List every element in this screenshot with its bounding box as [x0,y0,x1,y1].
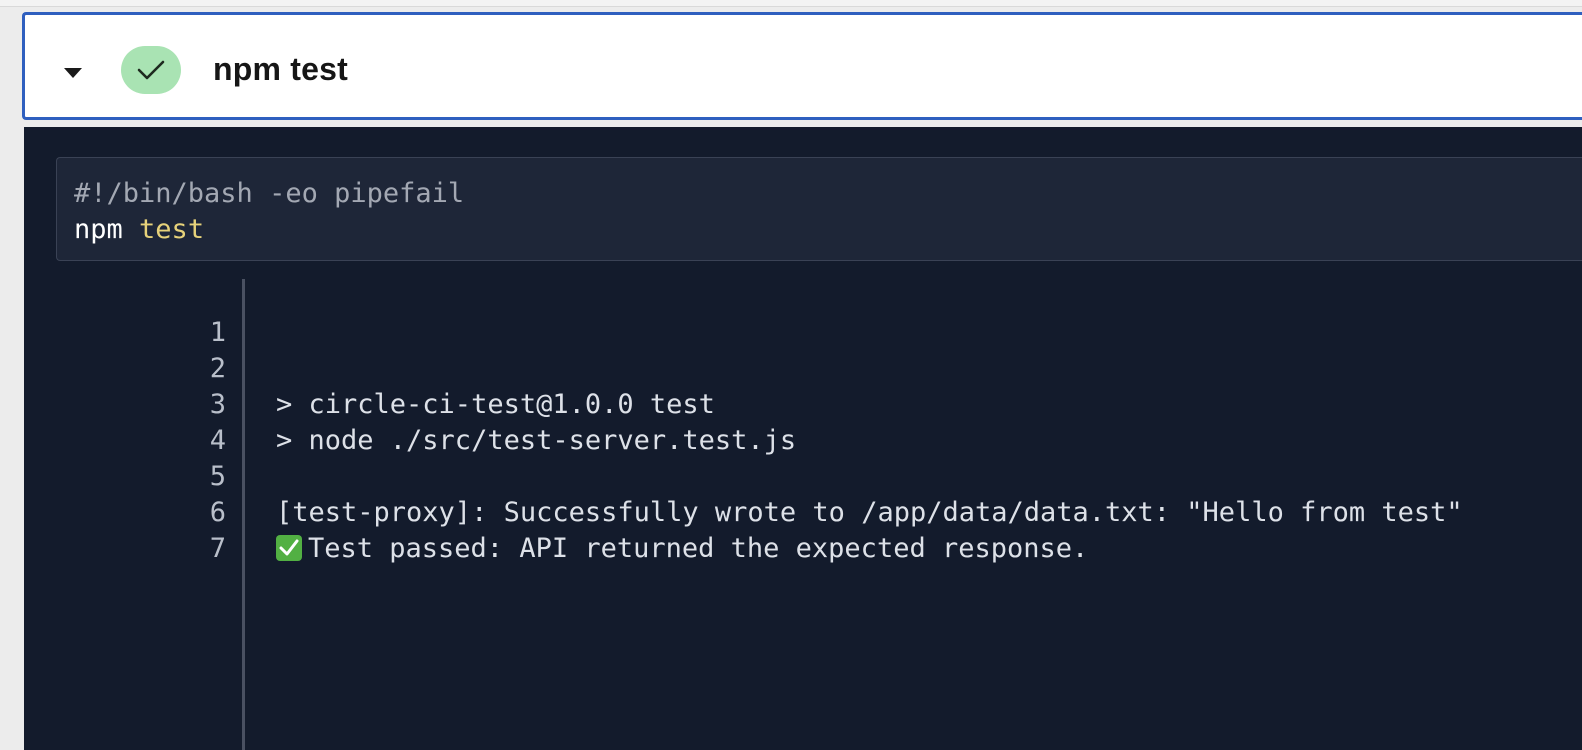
log-line: 2 > circle-ci-test@1.0.0 test [24,315,1582,420]
line-number: 7 [209,533,226,564]
command-program: npm [74,214,123,245]
log-output: 1 2 > circle-ci-test@1.0.0 test 3 > node… [24,279,1582,750]
log-line: 4 [24,387,1582,456]
command-shebang: #!/bin/bash -eo pipefail [74,178,465,209]
log-line: 7 [24,495,1582,564]
log-line: 6 Test passed: API returned the expected… [24,459,1582,564]
log-line: 3 > node ./src/test-server.test.js [24,351,1582,456]
line-text-with-icon: Test passed: API returned the expected r… [276,531,1088,567]
command-argument: test [139,214,205,245]
line-text: Test passed: API returned the expected r… [308,533,1089,564]
checkmark-icon [137,60,165,80]
step-page: npm test #!/bin/bash -eo pipefail npm te… [0,0,1582,750]
step-title: npm test [213,51,348,87]
log-line: 5 [test-proxy]: Successfully wrote to /a… [24,423,1582,528]
step-header[interactable]: npm test [22,12,1582,120]
command-block: #!/bin/bash -eo pipefail npm test [56,157,1582,261]
check-mark-button-emoji-icon [276,535,302,561]
step-output-panel: #!/bin/bash -eo pipefail npm test 1 2 > … [24,127,1582,750]
success-status-badge [121,46,181,94]
log-line: 1 [24,279,1582,348]
top-divider [0,0,1582,7]
caret-down-icon[interactable] [61,61,85,85]
